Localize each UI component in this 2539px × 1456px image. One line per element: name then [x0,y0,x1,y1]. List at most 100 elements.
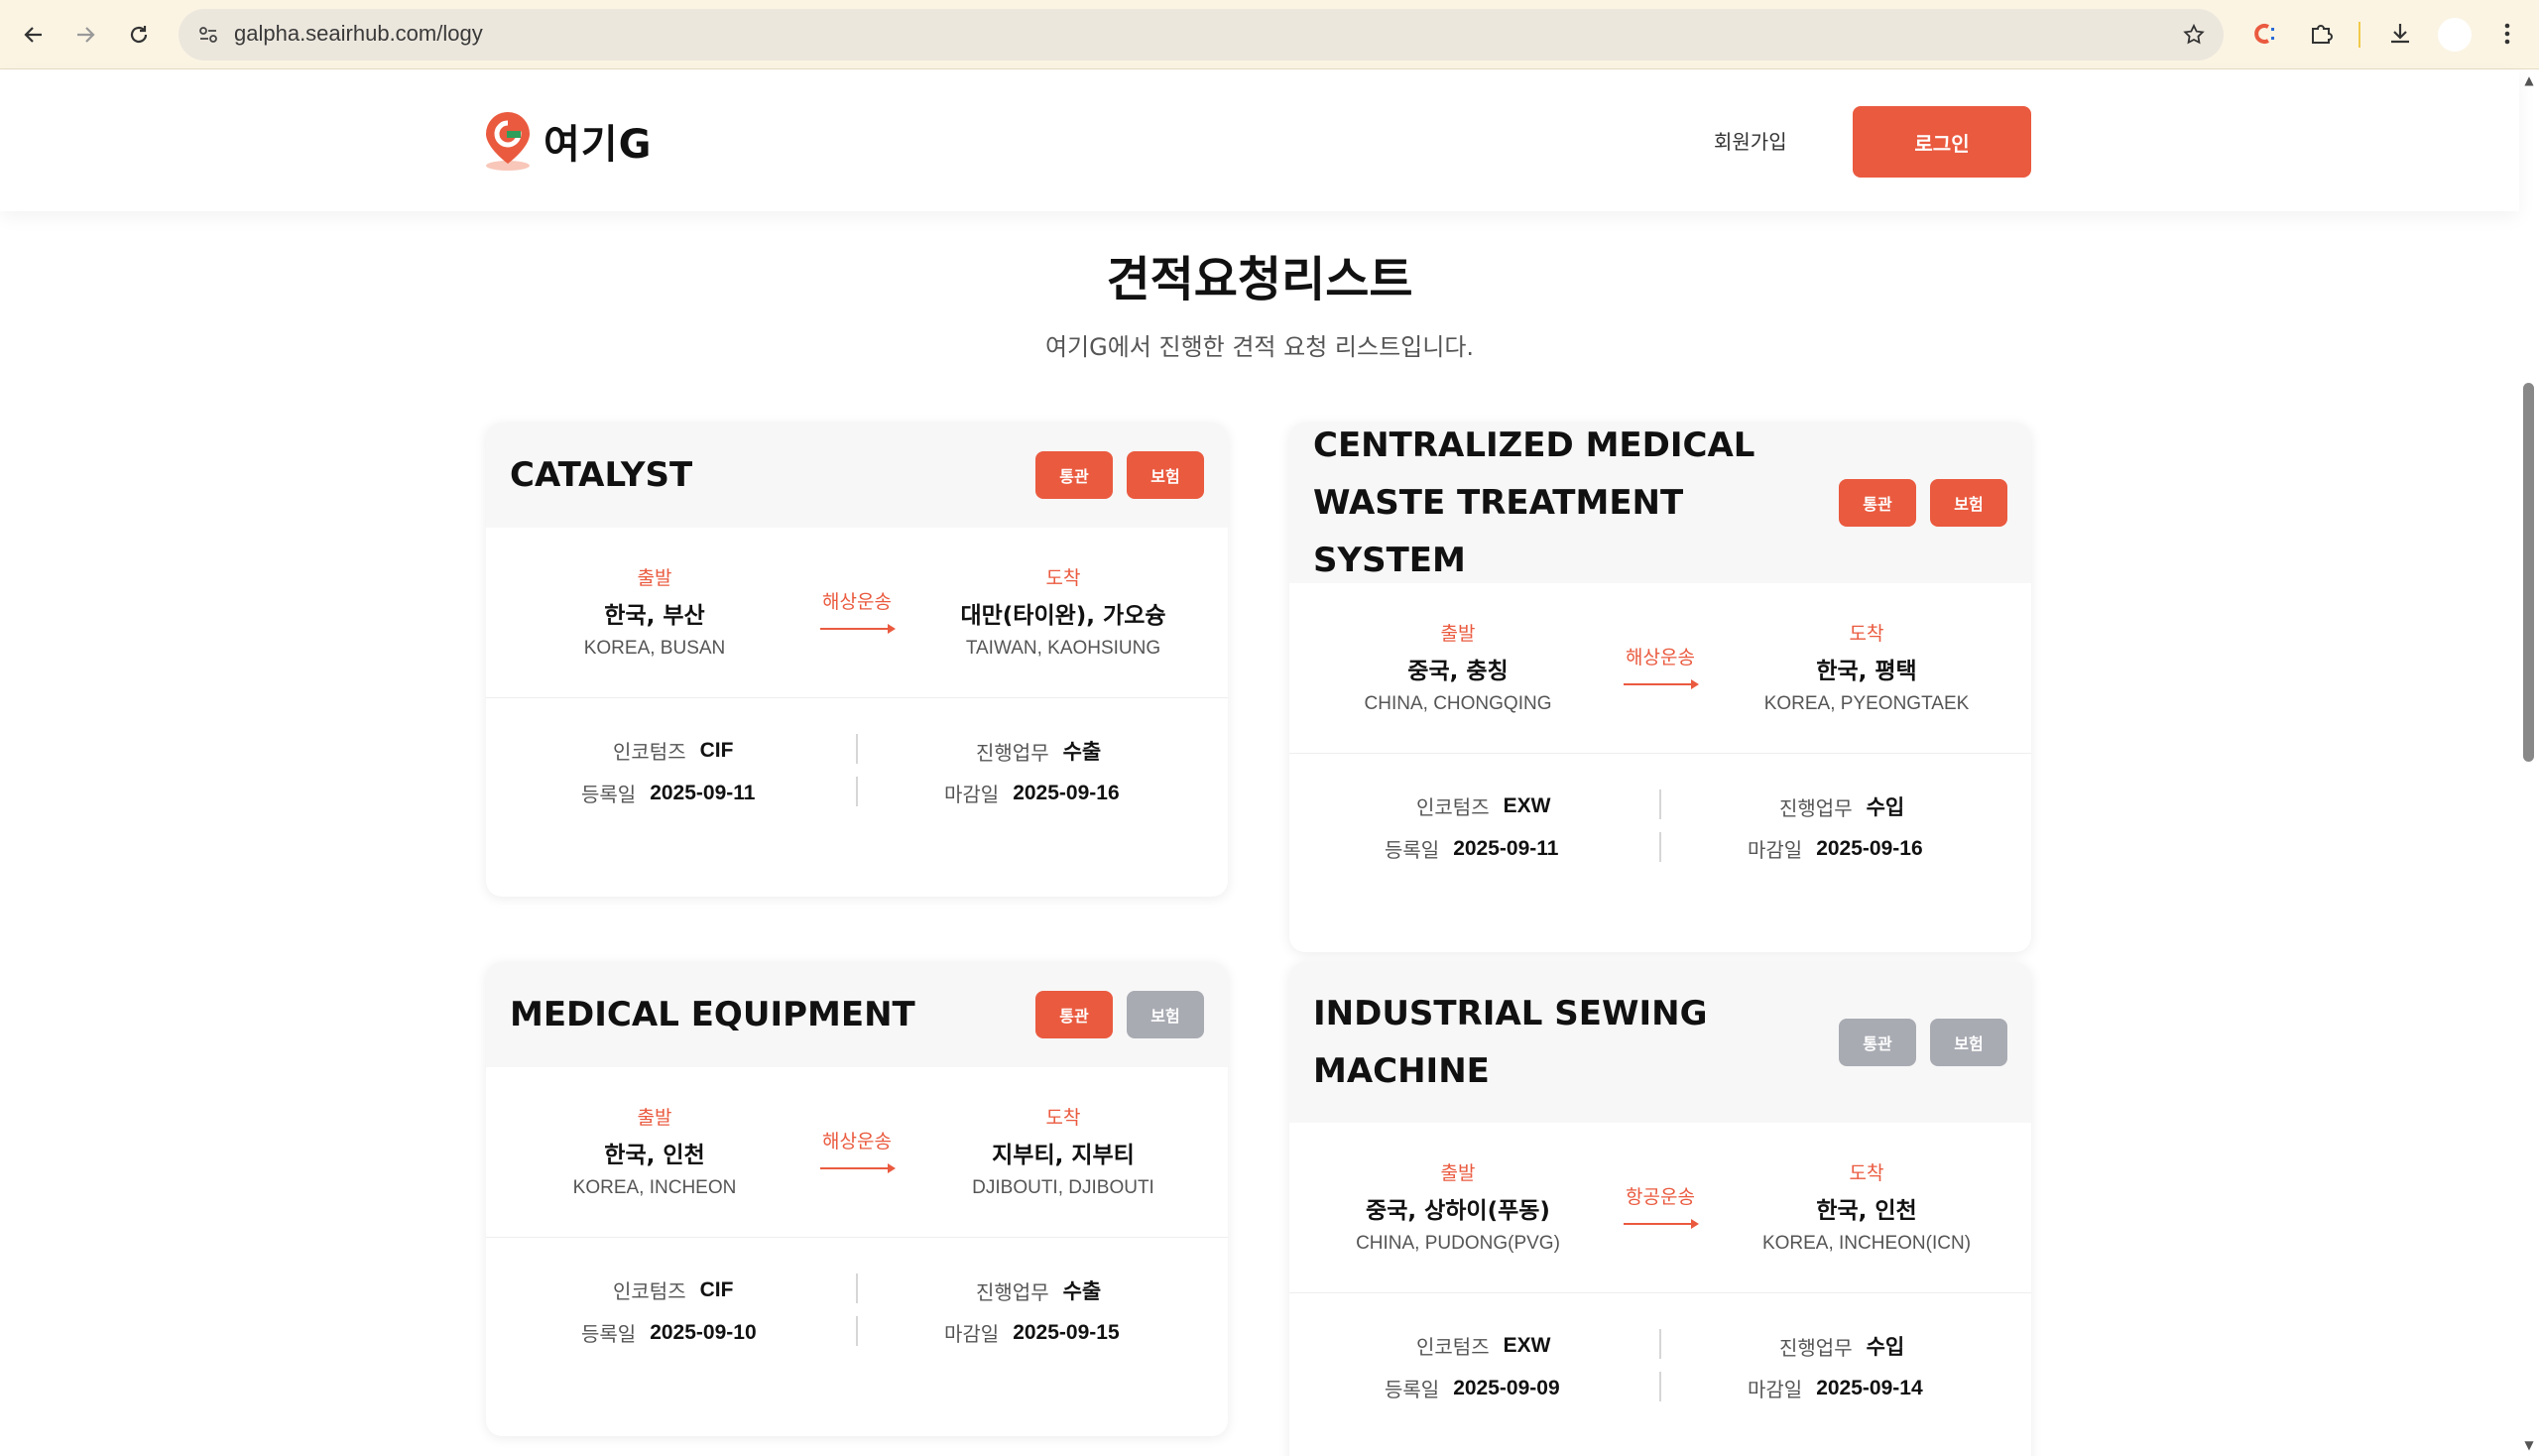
extension-c-icon[interactable] [2245,14,2285,54]
task-label: 진행업무 [1779,795,1853,820]
origin-name-eng: CHINA, CHONGQING [1364,693,1552,714]
login-button[interactable]: 로그인 [1853,106,2031,178]
customs-badge: 통관 [1839,1019,1916,1066]
route-section: 출발 한국, 부산 KOREA, BUSAN 해상운송 도착 대만(타이완), … [486,528,1228,698]
route-arrow-icon [1624,1219,1699,1229]
transport-mode: 해상운송 [807,587,907,634]
origin-block: 출발 중국, 상하이(푸동) CHINA, PUDONG(PVG) [1309,1158,1607,1255]
card-header: CATALYST 통관 보험 [486,423,1228,528]
incoterms-value: CIF [699,1277,734,1301]
destination-name-eng: DJIBOUTI, DJIBOUTI [972,1177,1154,1198]
transport-mode-label: 해상운송 [1626,647,1695,668]
details-section: 인코텀즈 EXW 진행업무 수입 등록일 2025-09-09 마감일 2025… [1289,1293,2031,1456]
quote-card[interactable]: CATALYST 통관 보험 출발 한국, 부산 KOREA, BUSAN 해상… [486,423,1228,897]
incoterms-label: 인코텀즈 [1416,795,1490,819]
quote-card[interactable]: CENTRALIZED MEDICAL WASTE TREATMENT SYST… [1289,423,2031,952]
url-text[interactable]: galpha.seairhub.com/logy [234,21,483,47]
task-label: 진행업무 [976,740,1049,765]
destination-name-kor: 한국, 평택 [1816,659,1917,684]
card-header: MEDICAL EQUIPMENT 통관 보험 [486,962,1228,1067]
scroll-down-icon[interactable]: ▼ [2520,1436,2538,1454]
incoterms-row: 인코텀즈 EXW [1416,791,1550,820]
scroll-up-icon[interactable]: ▲ [2520,71,2538,89]
deadline-row: 마감일 2025-09-16 [944,779,1120,807]
divider [856,1274,858,1303]
destination-label: 도착 [1045,567,1081,589]
toolbar-separator [2358,22,2360,48]
deadline-value: 2025-09-16 [1816,836,1923,860]
incoterms-value: CIF [699,738,734,762]
registered-label: 등록일 [1385,1378,1440,1401]
insurance-badge: 보험 [1930,1019,2007,1066]
menu-kebab-icon[interactable] [2487,14,2527,54]
origin-name-eng: CHINA, PUDONG(PVG) [1356,1233,1560,1254]
download-icon[interactable] [2380,14,2420,54]
incoterms-row: 인코텀즈 CIF [613,1275,733,1304]
customs-badge: 통관 [1035,991,1113,1038]
quote-card[interactable]: MEDICAL EQUIPMENT 통관 보험 출발 한국, 인천 KOREA,… [486,962,1228,1436]
signup-link[interactable]: 회원가입 [1714,126,1787,155]
bookmark-star-icon[interactable] [2178,19,2210,51]
quote-card[interactable]: INDUSTRIAL SEWING MACHINE 통관 보험 출발 중국, 상… [1289,962,2031,1456]
site-logo[interactable]: 여기G [484,110,652,172]
forward-arrow-icon[interactable] [63,13,107,57]
reload-icon[interactable] [117,13,161,57]
deadline-label: 마감일 [1748,1378,1803,1401]
origin-name-kor: 한국, 부산 [604,603,705,629]
origin-label: 출발 [1440,623,1476,645]
destination-name-kor: 지부티, 지부티 [992,1143,1135,1168]
registered-row: 등록일 2025-09-11 [581,779,755,807]
card-title: INDUSTRIAL SEWING MACHINE [1313,994,1708,1091]
site-info-icon[interactable] [192,19,224,51]
registered-row: 등록일 2025-09-10 [581,1318,757,1347]
route-section: 출발 한국, 인천 KOREA, INCHEON 해상운송 도착 지부티, 지부… [486,1067,1228,1238]
back-arrow-icon[interactable] [12,13,56,57]
divider [1659,832,1661,862]
incoterms-row: 인코텀즈 EXW [1416,1331,1550,1360]
destination-name-eng: KOREA, PYEONGTAEK [1763,693,1970,714]
details-section: 인코텀즈 CIF 진행업무 수출 등록일 2025-09-11 마감일 2025… [486,698,1228,897]
destination-name-eng: KOREA, INCHEON(ICN) [1761,1233,1972,1254]
destination-label: 도착 [1045,1107,1081,1129]
divider [856,1316,858,1346]
route-section: 출발 중국, 충칭 CHINA, CHONGQING 해상운송 도착 한국, 평… [1289,583,2031,754]
profile-avatar[interactable] [2438,18,2472,52]
route-arrow-icon [820,1163,896,1173]
scrollbar-thumb[interactable] [2523,383,2534,762]
registered-label: 등록일 [581,1322,637,1346]
origin-name-kor: 한국, 인천 [604,1143,705,1168]
destination-block: 도착 지부티, 지부티 DJIBOUTI, DJIBOUTI [914,1103,1212,1199]
origin-label: 출발 [637,567,672,589]
deadline-value: 2025-09-14 [1816,1376,1923,1399]
task-value: 수출 [1062,741,1102,764]
deadline-label: 마감일 [944,1322,1000,1346]
destination-label: 도착 [1849,623,1884,645]
incoterms-value: EXW [1503,793,1551,817]
deadline-label: 마감일 [1748,838,1803,862]
customs-badge: 통관 [1035,451,1113,499]
registered-value: 2025-09-11 [650,781,756,804]
deadline-label: 마감일 [944,783,1000,806]
origin-name-kor: 중국, 충칭 [1407,659,1509,684]
card-badges: 통관 보험 [1035,991,1204,1038]
route-arrow-icon [820,624,896,634]
origin-name-eng: KOREA, BUSAN [583,638,726,659]
origin-block: 출발 중국, 충칭 CHINA, CHONGQING [1309,619,1607,715]
route-arrow-icon [1624,679,1699,689]
destination-block: 도착 한국, 평택 KOREA, PYEONGTAEK [1718,619,2015,715]
incoterms-label: 인코텀즈 [613,1279,686,1303]
deadline-row: 마감일 2025-09-14 [1748,1374,1923,1402]
registered-label: 등록일 [581,783,637,806]
transport-mode: 해상운송 [807,1127,907,1173]
task-value: 수입 [1866,796,1905,819]
extensions-puzzle-icon[interactable] [2301,14,2341,54]
transport-mode-label: 항공운송 [1626,1186,1695,1208]
logo-text: 여기G [544,122,653,168]
task-value: 수출 [1062,1280,1102,1303]
page-scrollbar[interactable] [2519,70,2539,1456]
customs-badge: 통관 [1839,479,1916,527]
card-title: CENTRALIZED MEDICAL WASTE TREATMENT SYST… [1313,425,1755,580]
registered-value: 2025-09-11 [1453,836,1559,860]
address-bar[interactable]: galpha.seairhub.com/logy [179,9,2224,61]
divider [1659,1372,1661,1401]
